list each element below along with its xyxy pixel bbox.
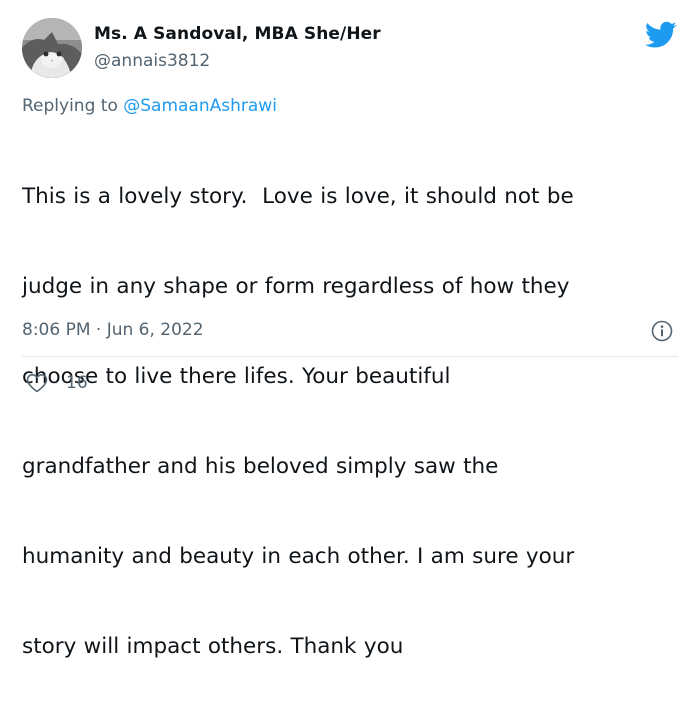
tweet-text-line: This is a lovely story. Love is love, it… [22,184,574,209]
info-icon[interactable] [651,320,673,342]
reply-mention-link[interactable]: @SamaanAshrawi [123,96,277,116]
tweet-text-line: humanity and beauty in each other. I am … [22,544,575,569]
heart-icon [26,374,48,393]
like-button[interactable]: 16 [26,372,88,394]
tweet-text-line: choose to live there lifes. Your beautif… [22,364,451,389]
tweet-text: This is a lovely story. Love is love, it… [22,122,687,722]
twitter-bird-icon[interactable] [645,21,677,49]
author-name[interactable]: Ms. A Sandoval, MBA She/Her [94,24,381,44]
tweet-card: Ms. A Sandoval, MBA She/Her @annais3812 … [0,0,700,659]
like-count: 16 [66,373,88,393]
author-handle[interactable]: @annais3812 [94,51,210,71]
tweet-text-line: story will impact others. Thank you [22,634,404,659]
cat-photo-avatar [22,18,82,78]
avatar[interactable] [22,18,82,78]
divider [22,356,678,357]
tweet-text-line: judge in any shape or form regardless of… [22,274,570,299]
replying-to-label: Replying to [22,96,124,116]
tweet-text-line: grandfather and his beloved simply saw t… [22,454,499,479]
replying-to: Replying to @SamaanAshrawi [22,96,277,116]
tweet-timestamp[interactable]: 8:06 PM · Jun 6, 2022 [22,320,204,340]
